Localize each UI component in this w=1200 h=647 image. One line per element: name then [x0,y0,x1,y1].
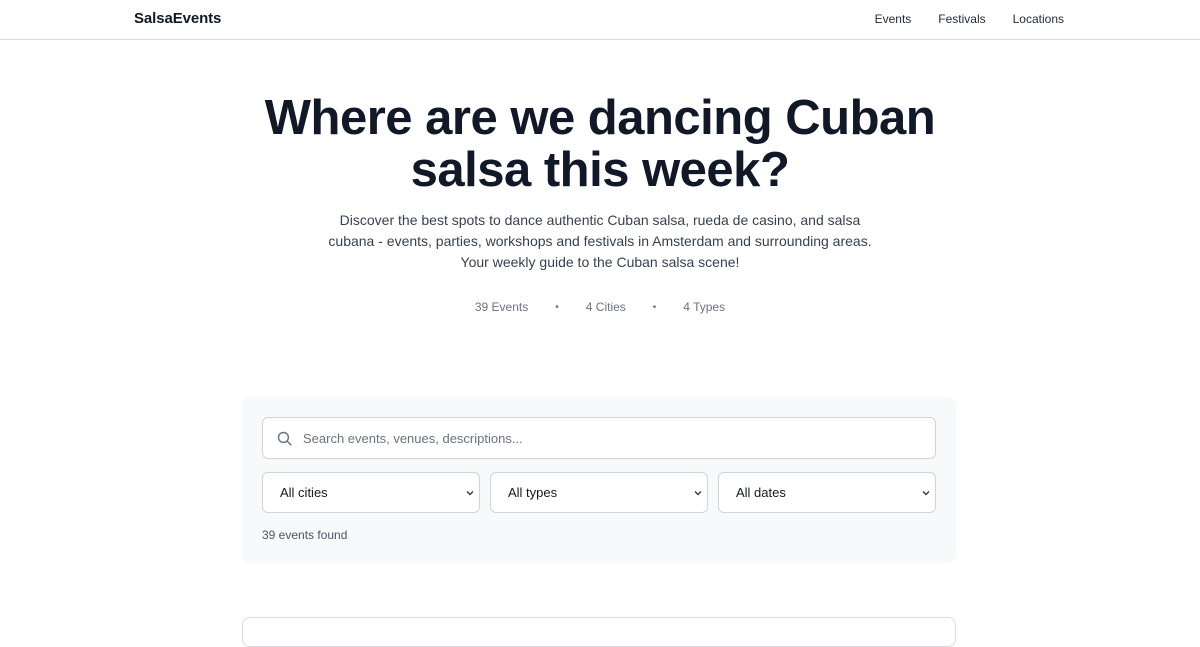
hero-description-line-1: Discover the best spots to dance authent… [339,212,861,228]
stat-cities: 4 Cities [585,300,626,314]
type-select-value: All types [508,485,558,500]
search-box[interactable] [262,417,936,459]
date-select-value: All dates [736,485,786,500]
nav-links: Events Festivals Locations [875,12,1064,26]
stat-events: 39 Events [474,300,529,314]
type-select[interactable]: All types [490,472,708,513]
hero-title-line-2: salsa this week? [410,143,790,197]
nav-link-events[interactable]: Events [875,12,912,26]
stat-separator: • [555,301,559,313]
stat-separator: • [652,301,657,313]
brand-logo[interactable]: SalsaEvents [134,10,221,27]
event-card[interactable] [242,617,956,647]
city-select[interactable]: All cities [262,472,480,513]
hero-description-line-2: cubana - events, parties, workshops and … [328,233,872,249]
chevron-down-icon [466,490,474,496]
results-count: 39 events found [262,528,348,542]
hero-title: Where are we dancing Cuban salsa this we… [0,92,1200,196]
stats-bar: 39 Events • 4 Cities • 4 Types [0,300,1200,314]
hero-title-line-1: Where are we dancing Cuban [264,91,936,145]
search-input[interactable] [303,419,923,457]
nav-link-festivals[interactable]: Festivals [938,12,985,26]
hero-description: Discover the best spots to dance authent… [0,210,1200,273]
city-select-value: All cities [280,485,328,500]
top-navbar: SalsaEvents Events Festivals Locations [0,0,1200,40]
filter-panel: All cities All types All dates 39 events… [242,397,956,563]
stat-types: 4 Types [683,300,726,314]
search-icon [277,431,292,446]
chevron-down-icon [922,490,930,496]
chevron-down-icon [694,490,702,496]
nav-link-locations[interactable]: Locations [1013,12,1064,26]
hero-description-line-3: Your weekly guide to the Cuban salsa sce… [460,254,740,270]
date-select[interactable]: All dates [718,472,936,513]
